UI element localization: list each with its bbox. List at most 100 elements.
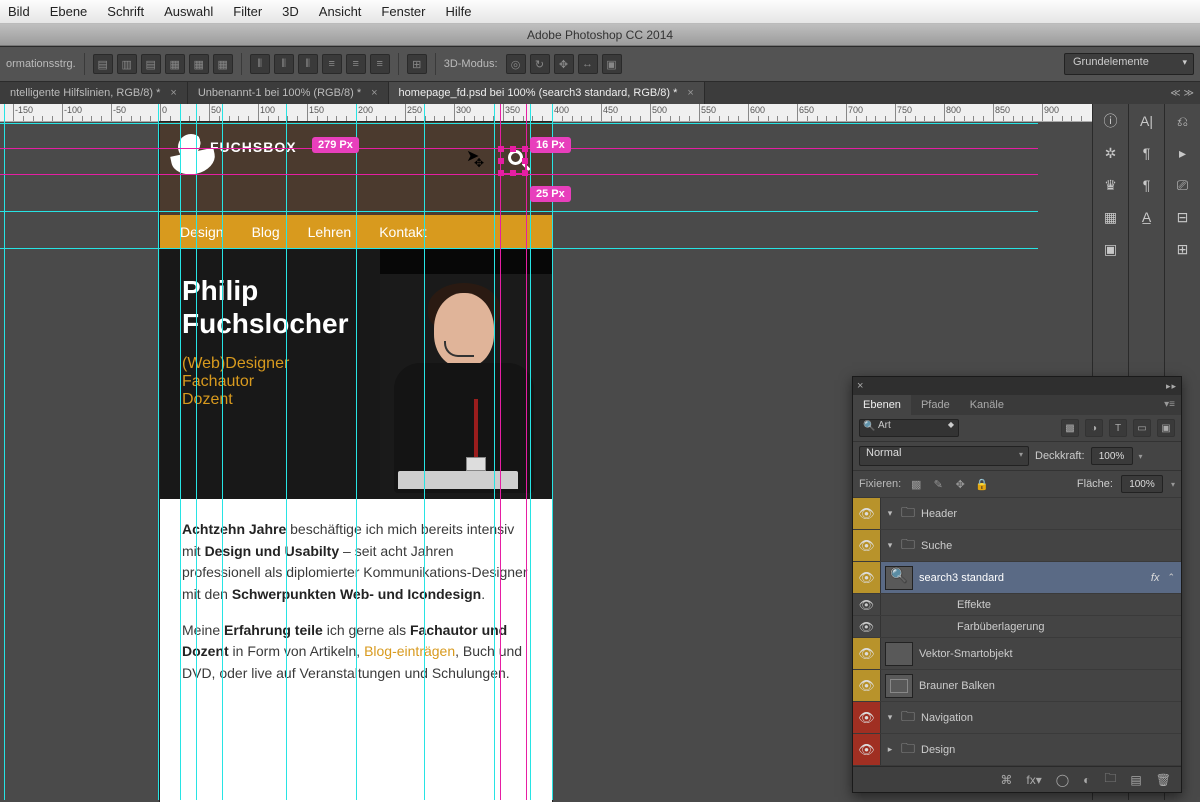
filter-pixel-icon[interactable]: ▩	[1061, 419, 1079, 437]
panel-menu-icon[interactable]: ▾≡	[1158, 395, 1181, 415]
menu-item[interactable]: Auswahl	[164, 4, 213, 19]
distribute-icon[interactable]: ⫴	[298, 54, 318, 74]
mac-menubar[interactable]: Bild Ebene Schrift Auswahl Filter 3D Ans…	[0, 0, 1200, 24]
libraries-icon[interactable]: ▣	[1100, 238, 1122, 260]
swatches-icon[interactable]: ▦	[1100, 206, 1122, 228]
lock-transparency-icon[interactable]: ▩	[909, 477, 923, 491]
nav-item[interactable]: Design	[180, 224, 224, 240]
guide-vertical[interactable]	[494, 104, 495, 800]
workspace-dropdown[interactable]: Grundelemente	[1064, 53, 1194, 75]
layer-filter-bar[interactable]: Art ◆ ▩ ◑ T ▭ ▣	[853, 415, 1181, 442]
styles-icon[interactable]: ♛	[1100, 174, 1122, 196]
visibility-toggle[interactable]: 👁	[853, 616, 881, 637]
layer-group[interactable]: 👁 ▾🗀Navigation	[853, 702, 1181, 734]
tab-layers[interactable]: Ebenen	[853, 395, 911, 415]
panel-tabs[interactable]: Ebenen Pfade Kanäle ▾≡	[853, 395, 1181, 415]
visibility-toggle[interactable]: 👁	[853, 530, 881, 561]
guide-horizontal[interactable]	[0, 211, 1038, 212]
filter-type-icon[interactable]: T	[1109, 419, 1127, 437]
guide-vertical[interactable]	[530, 104, 531, 800]
lock-position-icon[interactable]: ✥	[953, 477, 967, 491]
close-icon[interactable]: ×	[857, 380, 863, 392]
visibility-toggle[interactable]: 👁	[853, 562, 881, 593]
fill-value[interactable]: 100%	[1121, 475, 1163, 493]
lock-all-icon[interactable]: 🔒	[975, 477, 989, 491]
layer-group[interactable]: 👁 ▾🗀Suche	[853, 530, 1181, 562]
disclosure-icon[interactable]: ▾	[885, 712, 895, 723]
tab-paths[interactable]: Pfade	[911, 395, 960, 415]
visibility-toggle[interactable]: 👁	[853, 734, 881, 765]
layers-panel[interactable]: × ▸▸ Ebenen Pfade Kanäle ▾≡ Art ◆ ▩ ◑ T …	[852, 376, 1182, 793]
chevron-down-icon[interactable]: ▾	[1139, 452, 1143, 461]
slide-3d-icon[interactable]: ↔	[578, 54, 598, 74]
guide-horizontal[interactable]	[0, 123, 1038, 124]
menu-item[interactable]: Bild	[8, 4, 30, 19]
distribute-icon[interactable]: ≡	[322, 54, 342, 74]
tool-presets-icon[interactable]: ⎚	[1172, 174, 1194, 196]
guide-vertical[interactable]	[222, 104, 223, 800]
options-bar[interactable]: ormationsstrg. ▤ ▥ ▤ ▦ ▦ ▦ ⫴ ⫴ ⫴ ≡ ≡ ≡ ⊞…	[0, 46, 1200, 82]
distribute-icon[interactable]: ≡	[370, 54, 390, 74]
menu-item[interactable]: Filter	[233, 4, 262, 19]
navigator-icon[interactable]: ✲	[1100, 142, 1122, 164]
new-layer-icon[interactable]: ▤	[1130, 773, 1141, 787]
panel-titlebar[interactable]: × ▸▸	[853, 377, 1181, 395]
collapse-icon[interactable]: ▸▸	[1166, 381, 1177, 392]
layer-item[interactable]: 👁 Vektor-Smartobjekt	[853, 638, 1181, 670]
document-tabs[interactable]: ntelligente Hilfslinien, RGB/8) *× Unben…	[0, 82, 1200, 104]
layer-thumb[interactable]	[885, 674, 913, 698]
layer-effects-row[interactable]: 👁 Effekte	[853, 594, 1181, 616]
layer-tree[interactable]: 👁 ▾🗀Header 👁 ▾🗀Suche 👁 search3 standardf…	[853, 498, 1181, 766]
opacity-value[interactable]: 100%	[1091, 447, 1133, 465]
pan-3d-icon[interactable]: ✥	[554, 54, 574, 74]
document-tab[interactable]: Unbenannt-1 bei 100% (RGB/8) *×	[188, 82, 389, 104]
align-top-icon[interactable]: ▦	[165, 54, 185, 74]
zoom-3d-icon[interactable]: ▣	[602, 54, 622, 74]
align-left-icon[interactable]: ▤	[93, 54, 113, 74]
layer-filter-select[interactable]: Art ◆	[859, 419, 959, 437]
guide-vertical[interactable]	[356, 104, 357, 800]
disclosure-icon[interactable]: ▸	[885, 744, 895, 755]
delete-layer-icon[interactable]: 🗑	[1156, 773, 1171, 787]
menu-item[interactable]: Ebene	[50, 4, 88, 19]
menu-item[interactable]: Hilfe	[446, 4, 472, 19]
nav-item[interactable]: Blog	[252, 224, 280, 240]
disclosure-icon[interactable]: ▾	[885, 540, 895, 551]
menu-item[interactable]: Fenster	[381, 4, 425, 19]
adjustment-layer-icon[interactable]: ◐	[1083, 773, 1090, 787]
actions-icon[interactable]: ▸	[1172, 142, 1194, 164]
guide-vertical[interactable]	[196, 104, 197, 800]
auto-align-icon[interactable]: ⊞	[407, 54, 427, 74]
character-icon[interactable]: A|	[1136, 110, 1158, 132]
menu-item[interactable]: Schrift	[107, 4, 144, 19]
new-group-icon[interactable]: 🗀	[1104, 769, 1116, 790]
guide-vertical[interactable]	[286, 104, 287, 800]
visibility-toggle[interactable]: 👁	[853, 638, 881, 669]
layer-thumb[interactable]	[885, 642, 913, 666]
align-vcenter-icon[interactable]: ▦	[189, 54, 209, 74]
properties-icon[interactable]: ⊟	[1172, 206, 1194, 228]
visibility-toggle[interactable]: 👁	[853, 702, 881, 733]
layer-style-icon[interactable]: fx▾	[1026, 773, 1041, 787]
guide-vertical[interactable]	[552, 104, 553, 800]
align-hcenter-icon[interactable]: ▥	[117, 54, 137, 74]
info-panel-icon[interactable]: ⓘ	[1100, 110, 1122, 132]
layers-footer[interactable]: ⌘ fx▾ ◯ ◐ 🗀 ▤ 🗑	[853, 766, 1181, 792]
menu-item[interactable]: Ansicht	[319, 4, 362, 19]
lock-fill-row[interactable]: Fixieren: ▩ ✎ ✥ 🔒 Fläche: 100% ▾	[853, 471, 1181, 498]
char-styles-icon[interactable]: A̲	[1136, 206, 1158, 228]
layer-thumb[interactable]	[885, 566, 913, 590]
guide-vertical[interactable]	[180, 104, 181, 800]
filter-smart-icon[interactable]: ▣	[1157, 419, 1175, 437]
visibility-toggle[interactable]: 👁	[853, 498, 881, 529]
history-icon[interactable]: ⎌	[1172, 110, 1194, 132]
align-right-icon[interactable]: ▤	[141, 54, 161, 74]
align-bottom-icon[interactable]: ▦	[213, 54, 233, 74]
paragraph-icon[interactable]: ¶	[1136, 142, 1158, 164]
distribute-icon[interactable]: ⫴	[250, 54, 270, 74]
layer-group[interactable]: 👁 ▾🗀Header	[853, 498, 1181, 530]
menu-item[interactable]: 3D	[282, 4, 299, 19]
orbit-3d-icon[interactable]: ◎	[506, 54, 526, 74]
brushes-icon[interactable]: ⊞	[1172, 238, 1194, 260]
roll-3d-icon[interactable]: ↻	[530, 54, 550, 74]
